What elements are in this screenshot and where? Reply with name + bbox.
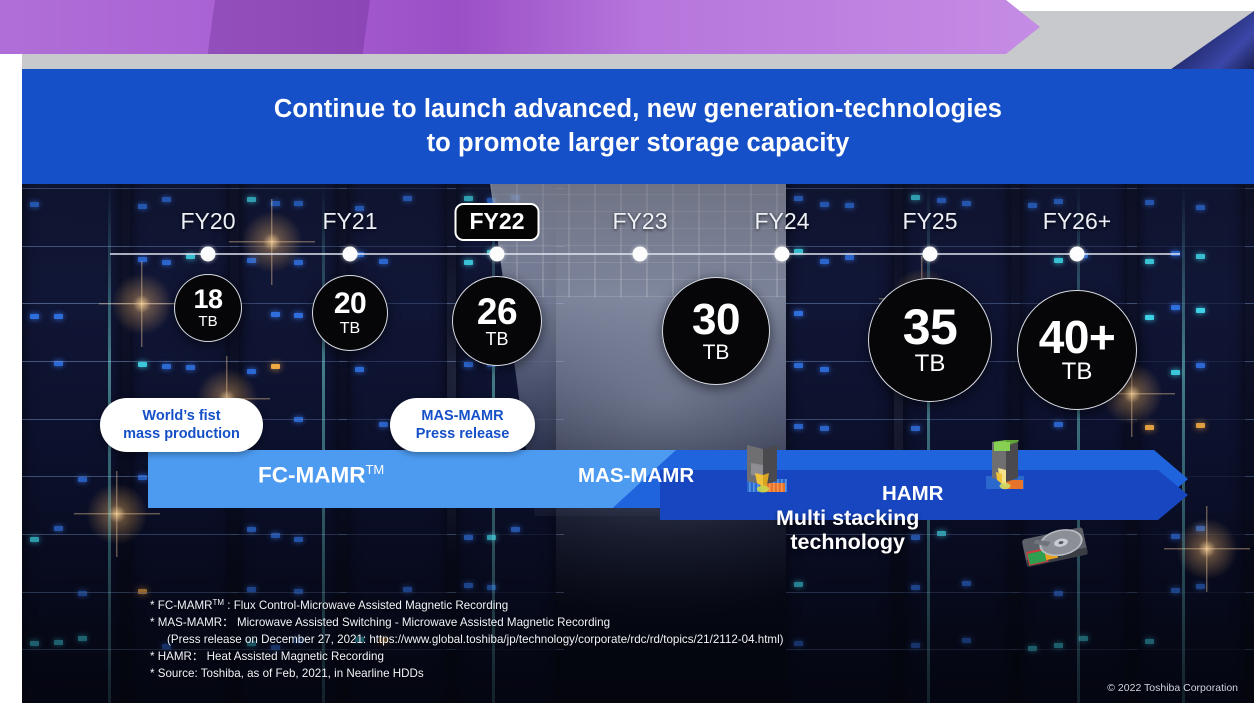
timeline-dot-fy22 xyxy=(489,246,505,262)
band-multi-stacking: 9 disks 10 disks 11 disks xyxy=(0,0,1040,54)
band-hamr-label: HAMR xyxy=(882,482,944,505)
capacity-value: 18 xyxy=(193,284,223,315)
timeline-year-fy25: FY25 xyxy=(902,208,958,234)
capacity-value: 20 xyxy=(333,287,367,321)
capacity-unit: TB xyxy=(702,340,730,364)
multi-stacking-label: Multi stacking technology xyxy=(776,506,919,555)
headline-line-1: Continue to launch advanced, new generat… xyxy=(273,94,1003,123)
timeline-dot-fy25 xyxy=(922,246,938,262)
timeline-year-fy20: FY20 xyxy=(180,208,236,234)
callout-mas-mamr-press: MAS-MAMR Press release xyxy=(390,398,535,453)
capacity-circle-35tb: 35 TB xyxy=(868,278,992,402)
band-fc-mamr-label: FC-MAMRTM xyxy=(258,462,384,489)
capacity-circle-40plustb: 40+ TB xyxy=(1017,290,1137,410)
callout-0-line-2: mass production xyxy=(123,426,240,443)
capacity-circle-18tb: 18 TB xyxy=(174,274,242,342)
copyright-notice: © 2022 Toshiba Corporation xyxy=(1107,682,1238,694)
footnote-1: * FC-MAMRTM : Flux Control-Microwave Ass… xyxy=(150,597,784,614)
footnote-1-tm: TM xyxy=(212,598,225,607)
capacity-value: 26 xyxy=(476,290,518,332)
timeline-year-fy22: FY22 xyxy=(454,203,540,241)
multi-stacking-line-2: technology xyxy=(790,530,906,555)
footnote-1-pre: * FC-MAMR xyxy=(150,599,213,612)
light-streak xyxy=(927,184,930,703)
light-streak xyxy=(1077,184,1080,703)
headline-line-2: to promote larger storage capacity xyxy=(426,128,850,157)
mamr-head-icon xyxy=(747,445,787,493)
timeline-dot-fy21 xyxy=(342,246,358,262)
callout-1-line-2: Press release xyxy=(415,426,510,443)
capacity-unit: TB xyxy=(1061,358,1093,386)
headline-banner: Continue to launch advanced, new generat… xyxy=(22,69,1254,184)
capacity-value: 35 xyxy=(902,298,958,355)
timeline-dot-fy23 xyxy=(632,246,648,262)
capacity-unit: TB xyxy=(198,312,218,330)
capacity-unit: TB xyxy=(914,350,946,378)
capacity-unit: TB xyxy=(339,319,361,337)
callout-0-line-1: World’s fist xyxy=(142,408,221,424)
footnote-2: * MAS-MAMR： Microwave Assisted Switching… xyxy=(150,616,611,630)
capacity-value: 30 xyxy=(692,295,740,345)
timeline-year-fy23: FY23 xyxy=(612,208,668,234)
capacity-circle-26tb: 26 TB xyxy=(452,276,542,366)
timeline-dot-fy24 xyxy=(774,246,790,262)
capacity-circle-30tb: 30 TB xyxy=(662,277,770,385)
slide-root: Roadmap of Larger Capacity HDDs for Data… xyxy=(0,0,1254,703)
footnote-4: * HAMR： Heat Assisted Magnetic Recording xyxy=(150,650,384,664)
band-fc-mamr-trademark: TM xyxy=(365,462,385,477)
hamr-head-icon xyxy=(986,440,1024,490)
capacity-value: 40+ xyxy=(1038,310,1116,363)
timeline-year-fy21: FY21 xyxy=(322,208,378,234)
band-mas-mamr-label: MAS-MAMR xyxy=(578,464,695,487)
footnote-3: (Press release on December 27, 2021: htt… xyxy=(167,633,784,647)
light-streak xyxy=(1182,184,1185,703)
corner-accent-graphic xyxy=(1171,11,1254,69)
callout-worlds-first: World’s fist mass production xyxy=(100,398,263,453)
headline-text: Continue to launch advanced, new generat… xyxy=(274,93,1002,161)
callout-1-line-1: MAS-MAMR xyxy=(421,408,504,424)
capacity-circle-20tb: 20 TB xyxy=(312,275,388,351)
hard-disk-drive-icon xyxy=(1022,527,1088,567)
timeline-year-fy26plus: FY26+ xyxy=(1042,208,1112,234)
footnote-5: * Source: Toshiba, as of Feb, 2021, in N… xyxy=(150,667,424,681)
band-fc-mamr-name: FC-MAMR xyxy=(258,462,366,488)
capacity-unit: TB xyxy=(485,329,509,350)
timeline-dot-fy20 xyxy=(200,246,216,262)
timeline-dot-fy26plus xyxy=(1069,246,1085,262)
footnotes: * FC-MAMRTM : Flux Control-Microwave Ass… xyxy=(150,597,784,682)
multi-stacking-line-1: Multi stacking xyxy=(776,506,920,530)
timeline-year-fy24: FY24 xyxy=(754,208,810,234)
footnote-1-post: : Flux Control-Microwave Assisted Magnet… xyxy=(224,599,509,612)
